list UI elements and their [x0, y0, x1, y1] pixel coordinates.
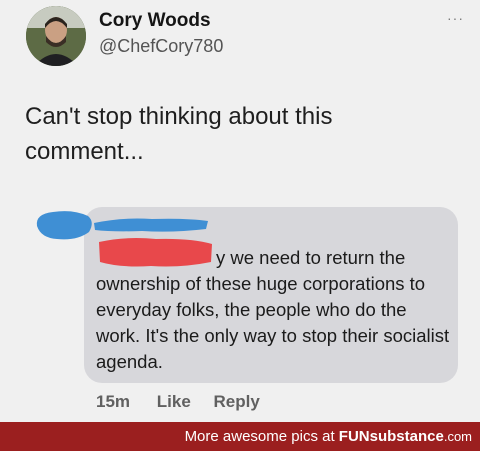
avatar-image: [26, 6, 86, 66]
watermark-brand-substance: substance: [369, 428, 444, 445]
watermark-prefix: More awesome pics at: [184, 428, 339, 445]
author-name[interactable]: Cory Woods: [99, 10, 211, 32]
more-horizontal-icon[interactable]: ···: [447, 10, 464, 26]
redaction-scribble-mention: [99, 238, 212, 267]
watermark-banner[interactable]: More awesome pics at FUNsubstance.com: [0, 422, 480, 451]
redaction-scribble-avatar: [36, 211, 92, 240]
watermark-text[interactable]: More awesome pics at FUNsubstance.com: [185, 428, 472, 445]
like-button[interactable]: Like: [157, 392, 191, 411]
comment-actions: 15m Like Reply: [96, 392, 278, 412]
tweet-body-text: Can't stop thinking about this comment..…: [25, 103, 333, 165]
avatar[interactable]: [26, 6, 86, 66]
reply-button[interactable]: Reply: [214, 392, 260, 411]
tweet-card: Cory Woods @ChefCory780 ··· Can't stop t…: [0, 0, 480, 422]
author-handle[interactable]: @ChefCory780: [99, 36, 223, 57]
comment-timestamp: 15m: [96, 392, 131, 411]
watermark-brand-tld: .com: [443, 429, 472, 444]
watermark-brand-fun: FUN: [338, 428, 370, 445]
